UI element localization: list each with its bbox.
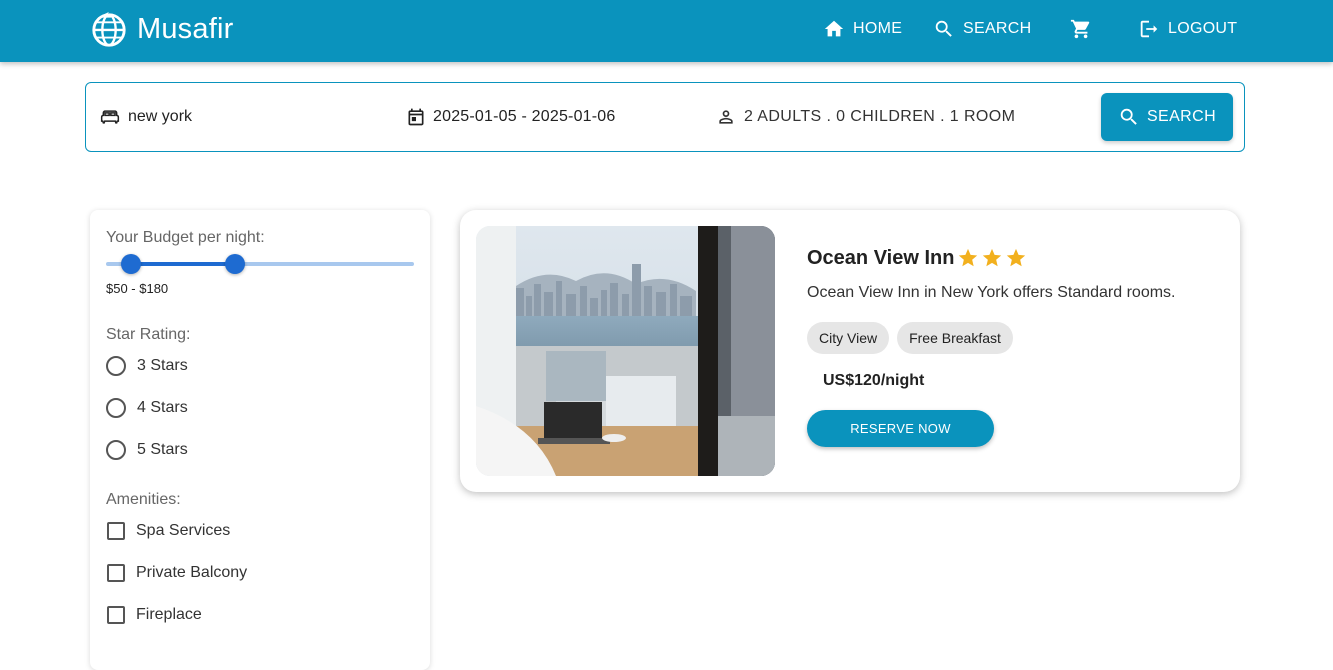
nav-logout[interactable]: LOGOUT [1138, 18, 1237, 40]
star-option-label: 4 Stars [137, 399, 188, 416]
search-icon [935, 20, 952, 37]
star-icon [1006, 248, 1026, 267]
star-option-4[interactable]: 4 Stars [106, 398, 188, 418]
checkbox[interactable] [107, 606, 125, 624]
hotel-card: Ocean View Inn Ocean View Inn in New Yor… [460, 210, 1240, 492]
amenity-label: Private Balcony [136, 564, 248, 581]
hotel-description: Ocean View Inn in New York offers Standa… [807, 284, 1176, 301]
search-bar: new york 2025-01-05 - 2025-01-06 2 ADULT… [85, 82, 1245, 152]
amenity-spa-services[interactable]: Spa Services [106, 522, 230, 540]
amenity-fireplace[interactable]: Fireplace [106, 606, 202, 624]
filter-panel: Your Budget per night: $50 - $180 Star R… [90, 210, 430, 670]
hotel-name[interactable]: Ocean View Inn [807, 247, 954, 270]
destination-field[interactable]: new york [100, 83, 192, 151]
hotel-star-rating [957, 247, 1029, 269]
date-range-value: 2025-01-05 - 2025-01-06 [433, 108, 616, 125]
radio-button[interactable] [106, 356, 126, 376]
budget-label: Your Budget per night: [106, 229, 265, 246]
hotel-photo[interactable] [476, 226, 775, 476]
nav-home-label: HOME [853, 20, 903, 37]
person-icon [719, 110, 733, 124]
star-rating-label: Star Rating: [106, 326, 191, 343]
budget-slider-max-thumb[interactable] [225, 254, 246, 274]
guests-value: 2 ADULTS . 0 CHILDREN . 1 ROOM [744, 108, 1016, 125]
amenities-label: Amenities: [106, 491, 181, 508]
nav-search-label: SEARCH [963, 20, 1032, 37]
nav-cart[interactable] [1070, 18, 1092, 40]
amenity-label: Spa Services [136, 522, 231, 539]
star-option-5[interactable]: 5 Stars [106, 440, 188, 460]
cart-icon [1070, 19, 1090, 39]
brand[interactable]: Musafir [90, 10, 233, 48]
star-option-3[interactable]: 3 Stars [106, 356, 188, 376]
nav-search[interactable]: SEARCH [933, 18, 1031, 40]
amenity-private-balcony[interactable]: Private Balcony [106, 564, 247, 582]
nav-logout-label: LOGOUT [1168, 20, 1238, 37]
budget-slider[interactable] [106, 254, 414, 274]
star-option-label: 3 Stars [137, 357, 188, 374]
tag-chip: City View [807, 322, 890, 354]
checkbox[interactable] [107, 564, 125, 582]
date-range-field[interactable]: 2025-01-05 - 2025-01-06 [406, 83, 616, 151]
guests-field[interactable]: 2 ADULTS . 0 CHILDREN . 1 ROOM [716, 83, 1015, 151]
amenity-label: Fireplace [136, 606, 202, 623]
brand-name: Musafir [137, 12, 234, 45]
hotel-tags: City View Free Breakfast [807, 322, 1021, 354]
tag-chip: Free Breakfast [897, 322, 1013, 354]
checkbox[interactable] [107, 522, 125, 540]
search-button-label: SEARCH [1146, 108, 1217, 125]
budget-slider-range [130, 262, 236, 266]
destination-value: new york [128, 108, 193, 125]
budget-value: $50 - $180 [106, 281, 169, 296]
bed-icon [100, 110, 120, 124]
calendar-icon [408, 108, 424, 126]
search-icon [1120, 108, 1137, 125]
nav-home[interactable]: HOME [823, 18, 902, 40]
star-option-label: 5 Stars [137, 441, 188, 458]
radio-button[interactable] [106, 440, 126, 460]
hotel-price: US$120/night [823, 372, 925, 389]
budget-slider-min-thumb[interactable] [120, 254, 141, 274]
logout-icon [1140, 20, 1158, 38]
globe-plane-icon [92, 11, 126, 47]
star-icon [982, 248, 1002, 267]
reserve-now-button[interactable]: RESERVE NOW [807, 410, 994, 447]
home-icon [824, 20, 844, 37]
radio-button[interactable] [106, 398, 126, 418]
star-icon [958, 248, 978, 267]
search-button[interactable]: SEARCH [1101, 93, 1233, 141]
hotel-photo-illustration [476, 226, 775, 476]
app-bar: Musafir HOME SEARCH LOGOUT [0, 0, 1333, 62]
